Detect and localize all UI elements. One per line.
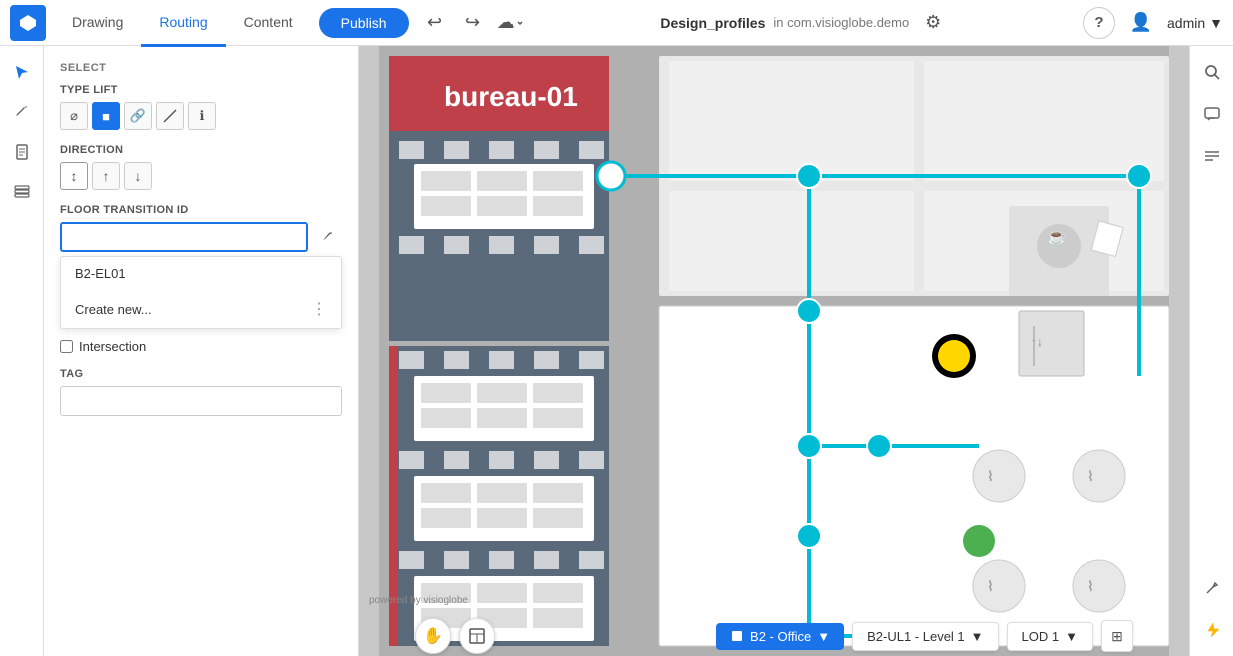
redo-button[interactable]: ↪ (457, 7, 489, 39)
type-line-btn[interactable] (156, 102, 184, 130)
floor-transition-label: FLOOR TRANSITION ID (60, 204, 342, 216)
powered-by: powered by visioglobe (369, 595, 468, 606)
toolbar-actions: ↩ ↪ ☁ (419, 7, 527, 39)
type-none-btn[interactable]: ⌀ (60, 102, 88, 130)
search-icon[interactable] (1194, 54, 1230, 90)
dropdown-item-create-new-label: Create new... (75, 302, 152, 317)
sidebar: SELECT TYPE LIFT ⌀ ■ 🔗 ℹ DIRECTION ↕ ↑ ↓… (44, 46, 359, 656)
tab-content[interactable]: Content (226, 1, 311, 47)
document-title: Design_profiles (660, 15, 765, 31)
wrench-icon[interactable] (1194, 570, 1230, 606)
toolbar: Drawing Routing Content Publish ↩ ↪ ☁ De… (0, 0, 1233, 46)
bottom-right: B2 - Office ▼ B2-UL1 - Level 1 ▼ LOD 1 ▼… (716, 620, 1133, 652)
type-lift-group: ⌀ ■ 🔗 ℹ (60, 102, 342, 130)
map-svg: bureau-01 (359, 46, 1189, 656)
svg-text:↑↓: ↑↓ (1031, 335, 1043, 349)
right-panel (1189, 46, 1233, 656)
tab-routing[interactable]: Routing (141, 1, 225, 47)
section-title: SELECT (60, 62, 342, 74)
map-area[interactable]: bureau-01 (359, 46, 1189, 656)
tab-drawing[interactable]: Drawing (54, 1, 141, 47)
level-chevron-icon: ▼ (971, 629, 984, 644)
cursor-tool-icon[interactable] (4, 54, 40, 90)
pan-tool-button[interactable]: ✋ (415, 618, 451, 654)
dropdown-item-b2el01-label: B2-EL01 (75, 266, 126, 281)
direction-both-btn[interactable]: ↕ (60, 162, 88, 190)
admin-label: admin (1167, 15, 1205, 31)
floor-chevron-icon: ▼ (817, 629, 830, 644)
tag-input[interactable] (60, 386, 342, 416)
type-info-btn[interactable]: ℹ (188, 102, 216, 130)
floor-plan-button[interactable] (459, 618, 495, 654)
main-area: SELECT TYPE LIFT ⌀ ■ 🔗 ℹ DIRECTION ↕ ↑ ↓… (0, 46, 1233, 656)
direction-label: DIRECTION (60, 144, 342, 156)
svg-text:bureau-01: bureau-01 (444, 81, 578, 112)
lod-chevron-icon: ▼ (1065, 629, 1078, 644)
floor-transition-row (60, 222, 342, 252)
publish-button[interactable]: Publish (319, 8, 409, 38)
help-button[interactable]: ? (1083, 7, 1115, 39)
admin-chevron-icon: ▼ (1209, 15, 1223, 31)
direction-up-btn[interactable]: ↑ (92, 162, 120, 190)
intersection-checkbox[interactable] (60, 340, 73, 353)
pencil-tool-icon[interactable] (4, 94, 40, 130)
cloud-button[interactable]: ☁ (495, 7, 527, 39)
floor-selector-button[interactable]: B2 - Office ▼ (716, 623, 844, 650)
toolbar-center: Design_profiles in com.visioglobe.demo ⚙ (527, 7, 1083, 39)
intersection-label[interactable]: Intersection (79, 339, 146, 354)
type-link-btn[interactable]: 🔗 (124, 102, 152, 130)
fullscreen-button[interactable]: ⊞ (1101, 620, 1133, 652)
undo-button[interactable]: ↩ (419, 7, 451, 39)
chat-icon[interactable] (1194, 96, 1230, 132)
svg-text:⌇: ⌇ (987, 578, 994, 594)
type-lift-btn[interactable]: ■ (92, 102, 120, 130)
toolbar-tabs: Drawing Routing Content (54, 0, 311, 46)
level-selector-label: B2-UL1 - Level 1 (867, 629, 965, 644)
intersection-row: Intersection (60, 339, 342, 354)
svg-text:⌇: ⌇ (1087, 578, 1094, 594)
list-icon[interactable] (1194, 138, 1230, 174)
lightning-icon[interactable] (1194, 612, 1230, 648)
tag-label: TAG (60, 368, 342, 380)
layers-tool-icon[interactable] (4, 174, 40, 210)
admin-button[interactable]: admin ▼ (1167, 15, 1223, 31)
bottom-left: ✋ (415, 618, 495, 654)
dropdown-more-icon: ⋮ (311, 299, 327, 319)
lod-selector-label: LOD 1 (1022, 629, 1060, 644)
document-settings-button[interactable]: ⚙ (917, 7, 949, 39)
direction-group: ↕ ↑ ↓ (60, 162, 342, 190)
level-selector-button[interactable]: B2-UL1 - Level 1 ▼ (852, 622, 998, 651)
svg-text:☕: ☕ (1047, 227, 1067, 246)
floor-dropdown-list: B2-EL01 Create new... ⋮ (60, 256, 342, 329)
direction-down-btn[interactable]: ↓ (124, 162, 152, 190)
type-lift-label: TYPE LIFT (60, 84, 342, 96)
floor-transition-input[interactable] (60, 222, 308, 252)
left-panel (0, 46, 44, 656)
user-icon: 👤 (1125, 7, 1157, 39)
svg-text:⌇: ⌇ (1087, 468, 1094, 484)
dropdown-item-create-new[interactable]: Create new... ⋮ (61, 290, 341, 328)
document-tool-icon[interactable] (4, 134, 40, 170)
document-context: in com.visioglobe.demo (773, 15, 909, 30)
toolbar-right: ? 👤 admin ▼ (1083, 7, 1223, 39)
floor-selector-label: B2 - Office (750, 629, 811, 644)
dropdown-item-b2el01[interactable]: B2-EL01 (61, 257, 341, 290)
floor-edit-button[interactable] (314, 223, 342, 251)
svg-text:⌇: ⌇ (987, 468, 994, 484)
app-logo (10, 5, 46, 41)
lod-selector-button[interactable]: LOD 1 ▼ (1007, 622, 1093, 651)
